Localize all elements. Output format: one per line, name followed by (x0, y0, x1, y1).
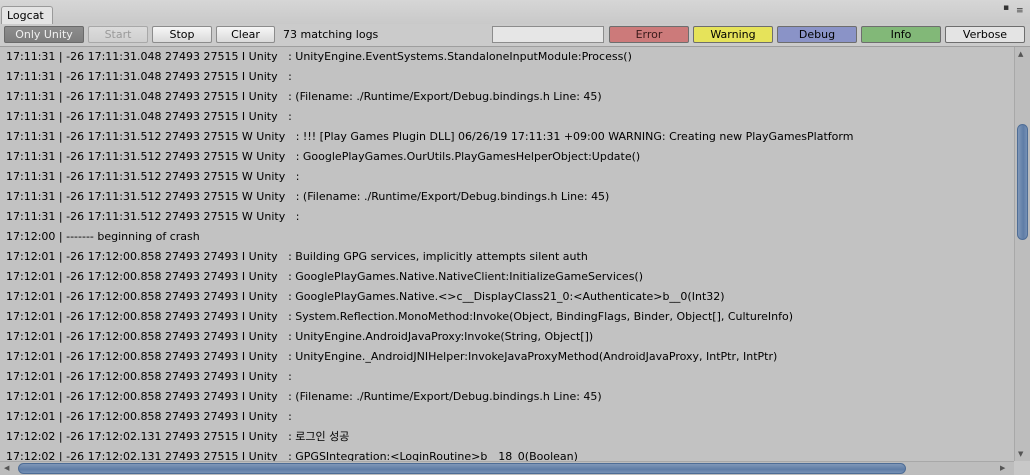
start-button[interactable]: Start (88, 26, 148, 43)
tab-logcat[interactable]: Logcat (1, 6, 53, 24)
scroll-left-icon[interactable]: ◀ (4, 464, 9, 472)
stop-button[interactable]: Stop (152, 26, 212, 43)
scroll-up-icon[interactable]: ▲ (1018, 50, 1023, 58)
horizontal-scrollbar[interactable]: ◀ ▶ (0, 461, 1014, 475)
maximize-icon[interactable]: ▪ (1003, 3, 1009, 13)
log-row[interactable]: 17:12:01 | -26 17:12:00.858 27493 27493 … (0, 327, 1014, 347)
toolbar: Only Unity Start Stop Clear 73 matching … (0, 24, 1030, 47)
log-row[interactable]: 17:12:01 | -26 17:12:00.858 27493 27493 … (0, 407, 1014, 427)
debug-filter-button[interactable]: Debug (777, 26, 857, 43)
tab-logcat-label: Logcat (7, 9, 44, 22)
tab-bar: Logcat ▪ ≡ (0, 0, 1030, 25)
log-row[interactable]: 17:11:31 | -26 17:11:31.512 27493 27515 … (0, 187, 1014, 207)
log-row[interactable]: 17:12:01 | -26 17:12:00.858 27493 27493 … (0, 387, 1014, 407)
log-row[interactable]: 17:11:31 | -26 17:11:31.512 27493 27515 … (0, 147, 1014, 167)
log-row[interactable]: 17:12:01 | -26 17:12:00.858 27493 27493 … (0, 267, 1014, 287)
log-row[interactable]: 17:11:31 | -26 17:11:31.512 27493 27515 … (0, 207, 1014, 227)
log-row[interactable]: 17:12:01 | -26 17:12:00.858 27493 27493 … (0, 347, 1014, 367)
clear-button[interactable]: Clear (216, 26, 275, 43)
filter-input[interactable] (492, 26, 604, 43)
vertical-scroll-thumb[interactable] (1017, 124, 1028, 240)
scroll-corner (1014, 461, 1030, 475)
log-row[interactable]: 17:11:31 | -26 17:11:31.048 27493 27515 … (0, 87, 1014, 107)
log-row[interactable]: 17:11:31 | -26 17:11:31.048 27493 27515 … (0, 67, 1014, 87)
match-count-label: 73 matching logs (283, 28, 379, 41)
horizontal-scroll-thumb[interactable] (18, 463, 906, 474)
log-row[interactable]: 17:11:31 | -26 17:11:31.048 27493 27515 … (0, 47, 1014, 67)
log-row[interactable]: 17:12:00 | ------- beginning of crash (0, 227, 1014, 247)
log-row[interactable]: 17:12:01 | -26 17:12:00.858 27493 27493 … (0, 287, 1014, 307)
only-unity-toggle[interactable]: Only Unity (4, 26, 84, 43)
log-row[interactable]: 17:11:31 | -26 17:11:31.048 27493 27515 … (0, 107, 1014, 127)
warning-filter-button[interactable]: Warning (693, 26, 773, 43)
log-row[interactable]: 17:12:01 | -26 17:12:00.858 27493 27493 … (0, 247, 1014, 267)
log-list[interactable]: 17:11:31 | -26 17:11:31.048 27493 27515 … (0, 47, 1014, 461)
log-row[interactable]: 17:12:02 | -26 17:12:02.131 27493 27515 … (0, 447, 1014, 461)
log-row[interactable]: 17:12:02 | -26 17:12:02.131 27493 27515 … (0, 427, 1014, 447)
vertical-scrollbar[interactable]: ▲ ▼ (1014, 47, 1030, 461)
log-row[interactable]: 17:11:31 | -26 17:11:31.512 27493 27515 … (0, 167, 1014, 187)
verbose-filter-button[interactable]: Verbose (945, 26, 1025, 43)
scroll-right-icon[interactable]: ▶ (1000, 464, 1005, 472)
menu-icon[interactable]: ≡ (1016, 6, 1024, 16)
log-row[interactable]: 17:11:31 | -26 17:11:31.512 27493 27515 … (0, 127, 1014, 147)
log-row[interactable]: 17:12:01 | -26 17:12:00.858 27493 27493 … (0, 367, 1014, 387)
info-filter-button[interactable]: Info (861, 26, 941, 43)
log-row[interactable]: 17:12:01 | -26 17:12:00.858 27493 27493 … (0, 307, 1014, 327)
scroll-down-icon[interactable]: ▼ (1018, 450, 1023, 458)
error-filter-button[interactable]: Error (609, 26, 689, 43)
